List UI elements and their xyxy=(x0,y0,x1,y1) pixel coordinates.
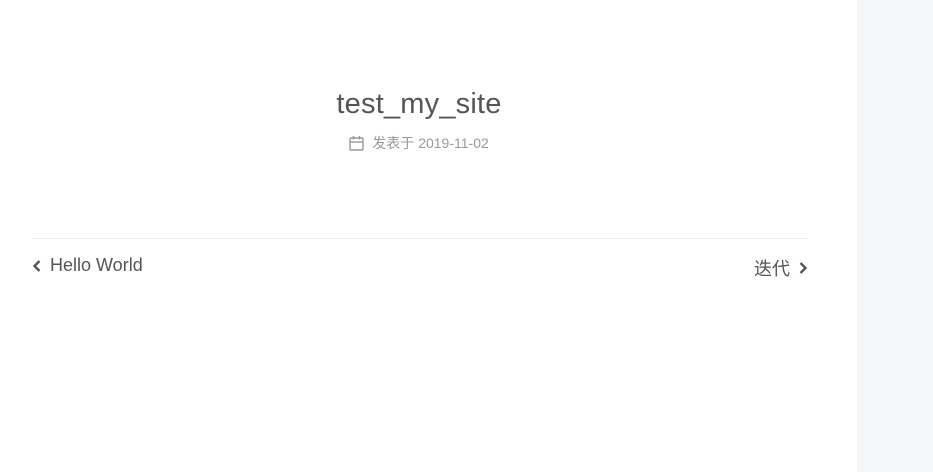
post-header: test_my_site 发表于 2019-11-02 xyxy=(0,88,838,153)
chevron-right-icon xyxy=(799,262,808,274)
chevron-left-icon xyxy=(32,259,41,272)
post-meta: 发表于 2019-11-02 xyxy=(0,133,838,153)
prev-post-link[interactable]: Hello World xyxy=(32,255,143,276)
calendar-icon xyxy=(349,136,364,151)
next-post-label: 迭代 xyxy=(754,259,790,279)
post-meta-label: 发表于 xyxy=(372,135,415,151)
next-post-link[interactable]: 迭代 xyxy=(754,255,808,281)
post-title[interactable]: test_my_site xyxy=(336,88,501,121)
sidebar xyxy=(857,0,933,472)
post-date: 2019-11-02 xyxy=(418,135,489,151)
post-footer-divider xyxy=(32,238,808,239)
main-content: test_my_site 发表于 2019-11-02 Hello World … xyxy=(0,0,857,472)
prev-post-label: Hello World xyxy=(50,255,143,275)
page: test_my_site 发表于 2019-11-02 Hello World … xyxy=(0,0,933,472)
